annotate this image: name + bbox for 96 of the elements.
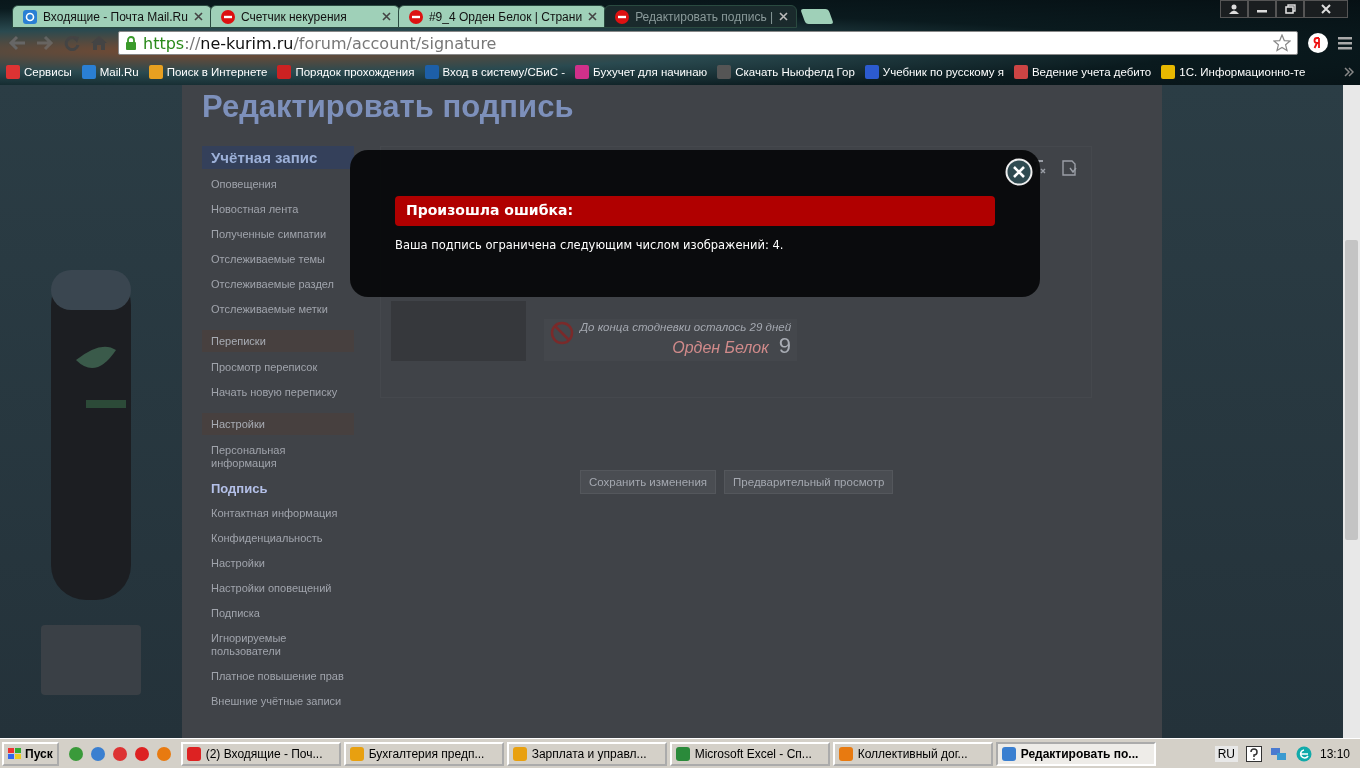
sidebar-item[interactable]: Просмотр переписок (202, 358, 354, 377)
close-icon (1321, 4, 1331, 14)
network-icon[interactable] (1269, 745, 1288, 762)
bookmark[interactable]: Скачать Ньюфелд Гор (717, 64, 855, 79)
new-tab-button[interactable] (800, 9, 834, 24)
chevron-icon[interactable] (1344, 66, 1354, 77)
padlock-icon (125, 36, 137, 50)
bookmark[interactable]: Учебник по русскому я (864, 64, 1004, 79)
sidebar-section-header: Учётная запис (202, 146, 354, 169)
restore-icon (1284, 4, 1296, 14)
sidebar-item[interactable]: Отслеживаемые темы (202, 250, 354, 269)
site-icon (6, 64, 20, 79)
app-icon (1001, 746, 1016, 761)
taskbar-button[interactable]: Редактировать по... (995, 741, 1156, 766)
star-icon[interactable] (1273, 34, 1291, 52)
app-icon (675, 746, 690, 761)
order-number: 9 (778, 333, 792, 359)
browser-tab[interactable]: #9_4 Орден Белок | Страни (397, 5, 607, 28)
sidebar-item[interactable]: Отслеживаемые раздел (202, 275, 354, 294)
order-name: Орден Белок (672, 339, 769, 357)
close-button[interactable] (1304, 0, 1348, 18)
no-entry-icon (220, 9, 235, 24)
sidebar-item[interactable]: Новостная лента (202, 200, 354, 219)
page-heading: Редактировать подпись (202, 88, 575, 126)
site-icon (277, 64, 292, 79)
person-icon (1229, 4, 1239, 14)
scrollbar[interactable] (1343, 85, 1360, 738)
site-icon (424, 64, 439, 79)
form-button[interactable]: Сохранить изменения (580, 470, 717, 494)
error-title: Произошла ошибка: (395, 196, 995, 226)
minimize-button[interactable] (1248, 0, 1276, 18)
counter-text: До конца стодневки осталось 29 дней (580, 321, 792, 333)
sidebar-item[interactable]: Отслеживаемые метки (202, 300, 354, 319)
browser-tab[interactable]: Счетчик некурения (209, 5, 400, 28)
site-icon (81, 64, 96, 79)
bookmark[interactable]: 1С. Информационно-те (1161, 64, 1306, 79)
bookmark[interactable]: Ведение учета дебито (1013, 64, 1152, 79)
close-icon[interactable] (779, 12, 789, 21)
start-button[interactable]: Пуск (2, 741, 59, 766)
form-button[interactable]: Предварительный просмотр (724, 470, 894, 494)
bookmark[interactable]: Вход в систему/СБиС - (424, 64, 566, 79)
taskbar-button[interactable]: Коллективный дог... (832, 741, 993, 766)
sidebar-section-header: Переписки (202, 330, 354, 352)
quick-launch-icon[interactable] (133, 745, 150, 762)
site-icon (864, 64, 879, 79)
bookmark[interactable]: Сервисы (6, 64, 72, 79)
maximize-button[interactable] (1276, 0, 1304, 18)
clock: 13:10 (1319, 746, 1350, 761)
taskbar-button[interactable]: Зарплата и управл... (506, 741, 667, 766)
taskbar-button[interactable]: Бухгалтерия предп... (343, 741, 504, 766)
quick-launch-icon[interactable] (89, 745, 106, 762)
sidebar-item[interactable]: Начать новую переписку (202, 383, 354, 402)
site-icon (148, 64, 163, 79)
browser-tab[interactable]: Входящие - Почта Mail.Ru (12, 5, 212, 28)
app-icon (838, 746, 853, 761)
address-field[interactable]: https://ne-kurim.ru/forum/account/signature (118, 31, 1298, 55)
app-icon (512, 746, 527, 761)
sidebar-item[interactable]: Оповещения (202, 175, 354, 194)
app-icon (349, 746, 364, 761)
sidebar-item[interactable]: Внешние учётные записи (202, 692, 354, 711)
circle-icon[interactable] (1308, 33, 1328, 53)
sidebar-item[interactable]: Игнорируемые пользователи (202, 629, 354, 661)
sidebar-item[interactable]: Конфиденциальность (202, 529, 354, 548)
taskbar-button[interactable]: (2) Входящие - Поч... (180, 741, 341, 766)
sidebar-item[interactable]: Персональная информация (202, 441, 354, 473)
sidebar-item[interactable]: Подписка (202, 604, 354, 623)
taskbar-button[interactable]: Microsoft Excel - Сп... (669, 741, 830, 766)
quick-launch-icon[interactable] (111, 745, 128, 762)
sidebar-item[interactable]: Настройки (202, 554, 354, 573)
bookmark[interactable]: Бухучет для начинаю (575, 64, 708, 79)
sidebar-item[interactable]: Подпись (202, 479, 354, 498)
menu-icon[interactable] (1338, 36, 1352, 50)
globe-icon[interactable] (1295, 745, 1312, 762)
sidebar-item[interactable]: Полученные симпатии (202, 225, 354, 244)
site-icon (717, 64, 732, 79)
prohibition-icon (550, 321, 574, 345)
browser-tab[interactable]: Редактировать подпись | (604, 5, 798, 28)
language-indicator[interactable]: RU (1214, 745, 1238, 762)
user-button[interactable] (1220, 0, 1248, 18)
sidebar-item[interactable]: Контактная информация (202, 504, 354, 523)
bookmark[interactable]: Mail.Ru (81, 64, 139, 79)
sidebar-section-header: Настройки (202, 413, 354, 435)
site-icon (1013, 64, 1028, 79)
sidebar-item[interactable]: Настройки оповещений (202, 579, 354, 598)
no-entry-icon (408, 9, 423, 24)
error-message: Ваша подпись ограничена следующим числом изображений: 4. (395, 238, 785, 252)
bookmark[interactable]: Поиск в Интернете (148, 64, 268, 79)
bookmark[interactable]: Порядок прохождения (277, 64, 415, 79)
no-entry-icon (615, 9, 630, 24)
site-icon (575, 64, 590, 79)
paste-icon[interactable] (1061, 159, 1077, 177)
site-icon (1161, 64, 1176, 79)
app-icon (186, 746, 201, 761)
help-icon[interactable] (1245, 745, 1262, 762)
sidebar-item[interactable]: Платное повышение прав (202, 667, 354, 686)
windows-flag-icon (8, 747, 22, 760)
